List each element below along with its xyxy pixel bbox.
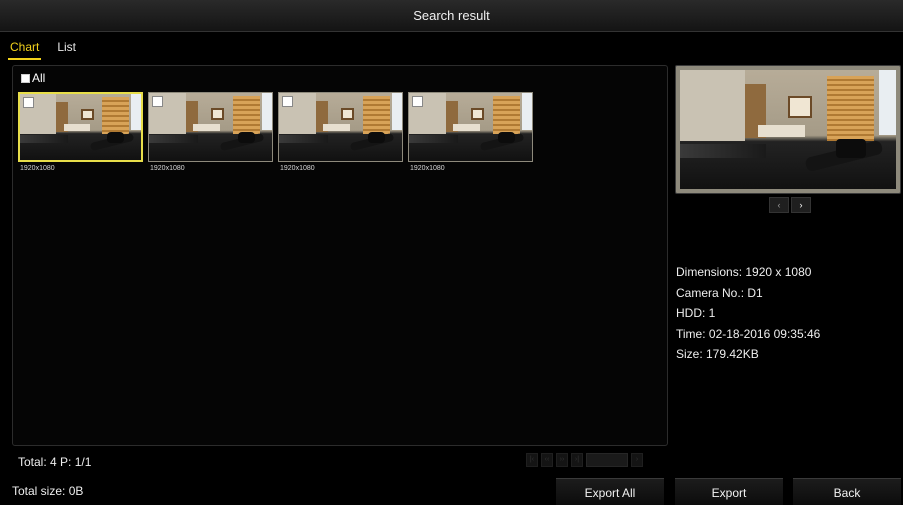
thumbnail-image[interactable] bbox=[148, 92, 273, 162]
thumbnail-image[interactable] bbox=[18, 92, 143, 162]
thumbnail-checkbox[interactable] bbox=[282, 96, 293, 107]
prev-page-icon[interactable]: ‹‹ bbox=[541, 453, 553, 467]
thumbnail-image[interactable] bbox=[408, 92, 533, 162]
export-button[interactable]: Export bbox=[675, 478, 783, 505]
thumbnail-checkbox[interactable] bbox=[23, 97, 34, 108]
pagination: |‹ ‹‹ ›› ›| › bbox=[526, 453, 643, 467]
thumbnail-image[interactable] bbox=[278, 92, 403, 162]
chevron-left-icon[interactable]: ‹ bbox=[769, 197, 789, 213]
next-page-icon[interactable]: ›› bbox=[556, 453, 568, 467]
preview-image bbox=[675, 65, 901, 194]
view-tabs: Chart List bbox=[8, 38, 92, 60]
first-page-icon[interactable]: |‹ bbox=[526, 453, 538, 467]
preview-navigation: ‹ › bbox=[769, 197, 811, 213]
detail-hdd: HDD: 1 bbox=[676, 306, 716, 320]
select-all-checkbox[interactable]: All bbox=[21, 71, 45, 85]
page-number-input[interactable] bbox=[586, 453, 628, 467]
thumbnail-resolution: 1920x1080 bbox=[150, 165, 185, 172]
thumbnail-resolution: 1920x1080 bbox=[410, 165, 445, 172]
thumbnail-item[interactable]: 1920x1080 bbox=[278, 92, 405, 172]
tab-list[interactable]: List bbox=[55, 38, 78, 60]
select-all-label: All bbox=[32, 71, 46, 85]
last-page-icon[interactable]: ›| bbox=[571, 453, 583, 467]
go-page-icon[interactable]: › bbox=[631, 453, 643, 467]
tab-chart[interactable]: Chart bbox=[8, 38, 42, 60]
detail-camera: Camera No.: D1 bbox=[676, 285, 763, 300]
detail-size: Size: 179.42KB bbox=[676, 347, 759, 361]
thumbnail-grid: 1920x1080 1920x1080 1920x1080 1920x1080 bbox=[18, 92, 538, 172]
thumbnail-checkbox[interactable] bbox=[412, 96, 423, 107]
thumbnail-item[interactable]: 1920x1080 bbox=[148, 92, 275, 172]
detail-dimensions: Dimensions: 1920 x 1080 bbox=[676, 265, 812, 279]
thumbnail-item[interactable]: 1920x1080 bbox=[18, 92, 145, 172]
detail-time: Time: 02-18-2016 09:35:46 bbox=[676, 326, 821, 341]
window-title: Search result bbox=[0, 0, 903, 32]
total-count: Total: 4 P: 1/1 bbox=[18, 455, 92, 469]
thumbnail-resolution: 1920x1080 bbox=[280, 165, 315, 172]
chevron-right-icon[interactable]: › bbox=[791, 197, 811, 213]
thumbnail-item[interactable]: 1920x1080 bbox=[408, 92, 535, 172]
thumbnail-checkbox[interactable] bbox=[152, 96, 163, 107]
back-button[interactable]: Back bbox=[793, 478, 901, 505]
total-size: Total size: 0B bbox=[12, 484, 84, 498]
thumbnail-panel: All 1920x1080 1920x1080 1920x1080 1920x1… bbox=[12, 65, 668, 446]
thumbnail-resolution: 1920x1080 bbox=[20, 165, 55, 172]
checkbox-icon[interactable] bbox=[21, 73, 30, 83]
picture-details: Dimensions: 1920 x 1080 Camera No.: D1 H… bbox=[676, 262, 820, 365]
export-all-button[interactable]: Export All bbox=[556, 478, 664, 505]
